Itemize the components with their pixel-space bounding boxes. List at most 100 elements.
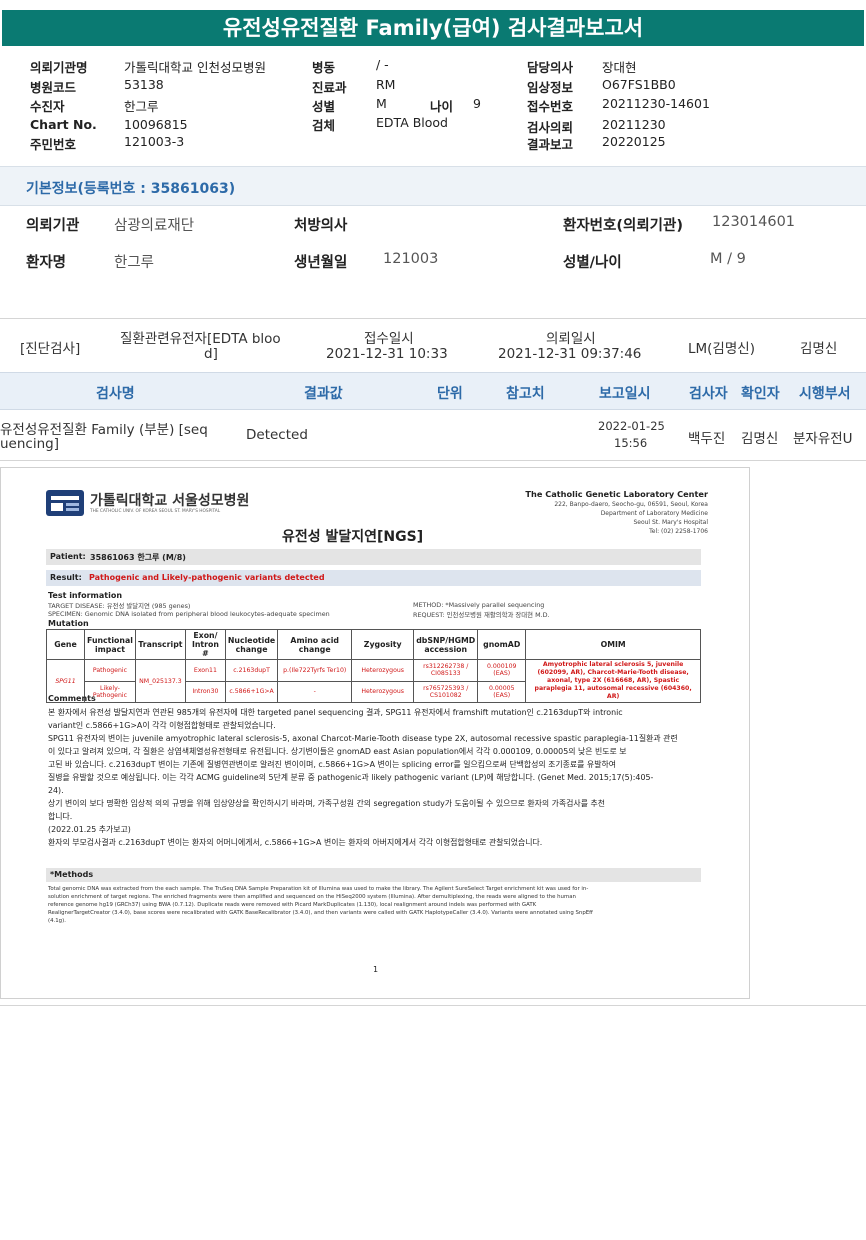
doc-comment-line: 24). (48, 786, 64, 795)
doc-methods-line: RealignerTargetCreator (3.4.0), base sco… (48, 910, 593, 916)
doc-methods-line: Total genomic DNA was extracted from the… (48, 886, 589, 892)
mut-amino-acid: - (277, 680, 353, 703)
value-clinical-info: O67FS1BB0 (602, 77, 676, 92)
label-receipt-no: 접수번호 (527, 99, 574, 114)
mut-zygosity: Heterozygous (351, 680, 415, 703)
label-clinical-info: 임상정보 (527, 80, 574, 95)
header-info: 의뢰기관명 가톨릭대학교 인천성모병원 병원코드 53138 수진자 한그루 C… (0, 0, 866, 160)
doc-comment-line: 본 환자에서 유전성 발달지연과 연관된 985개의 유전자에 대한 targe… (48, 708, 623, 717)
col-report-time: 보고일시 (599, 386, 651, 402)
col-department: 시행부서 (799, 386, 851, 402)
value-birth-date: 121003 (383, 251, 439, 267)
mut-exon: Intron30 (184, 680, 226, 703)
mut-col-gene: Gene (46, 629, 85, 660)
value-examinee: 한그루 (124, 99, 159, 114)
value-age: 9 (473, 96, 481, 111)
col-result-value: 결과값 (304, 386, 343, 402)
doc-specimen: SPECIMEN: Genomic DNA isolated from peri… (48, 610, 330, 618)
mutation-table: Gene Functional impact Transcript Exon/ … (46, 629, 701, 703)
doc-comment-line: 이 있다고 알려져 있으며, 각 질환은 상염색체열성유전형태로 유전됩니다. … (48, 747, 627, 756)
diag-test-line2: d] (204, 346, 218, 362)
value-result-report: 20220125 (602, 134, 666, 149)
doc-test-info-title: Test information (48, 591, 123, 600)
diag-type: [진단검사] (20, 341, 81, 357)
value-test-request: 20211230 (602, 117, 666, 132)
mut-col-dbsnp: dbSNP/HGMD accession (413, 629, 479, 660)
request-time-value: 2021-12-31 09:37:46 (498, 346, 642, 362)
mut-nucleotide: c.5866+1G>A (224, 680, 279, 703)
result-date: 2022-01-25 (598, 419, 665, 433)
doc-request: REQUEST: 인천성모병원 재활의학과 장대현 M.D. (413, 611, 550, 619)
label-department: 진료과 (312, 80, 347, 95)
divider (0, 460, 866, 461)
doc-result-value: Pathogenic and Likely-pathogenic variant… (89, 573, 325, 582)
mut-gnomad: 0.00005 (EAS) (477, 680, 527, 703)
divider (0, 318, 866, 319)
result-time: 15:56 (614, 436, 648, 450)
label-examinee: 수진자 (30, 99, 65, 114)
methods-bar (46, 868, 701, 882)
result-confirmer: 김명신 (741, 431, 779, 447)
receipt-time-value: 2021-12-31 10:33 (326, 346, 448, 362)
col-reference: 참고치 (506, 386, 545, 402)
mut-zygosity: Heterozygous (351, 659, 415, 682)
value-patient-no: 123014601 (712, 214, 796, 230)
result-value: Detected (246, 427, 308, 443)
mut-gnomad: 0.000109 (EAS) (477, 659, 527, 682)
mut-col-gnomad: gnomAD (477, 629, 527, 660)
doc-center-addr-3: Seoul St. Mary's Hospital (633, 519, 708, 526)
col-confirmer: 확인자 (741, 386, 780, 402)
value-institution: 가톨릭대학교 인천성모병원 (124, 60, 266, 75)
doc-comment-line: (2022.01.25 추가보고) (48, 825, 131, 834)
col-unit: 단위 (437, 386, 463, 402)
value-hospital-code: 53138 (124, 77, 164, 92)
doc-comments-title: Comments (48, 694, 96, 703)
doc-report-title: 유전성 발달지연[NGS] (282, 529, 424, 545)
doc-center-addr-2: Department of Laboratory Medicine (600, 510, 708, 517)
value-sex: M (376, 96, 387, 111)
mutation-table-header: Gene Functional impact Transcript Exon/ … (46, 629, 701, 660)
value-sex-age: M / 9 (710, 251, 746, 267)
label-sex: 성별 (312, 99, 336, 114)
doc-comment-line: variant인 c.5866+1G>A이 각각 이형접합형태로 관찰되었습니다… (48, 721, 276, 730)
doc-comment-line: 환자의 부모검사결과 c.2163dupT 변이는 환자의 어머니에게서, c.… (48, 838, 543, 847)
doc-page-number: 1 (373, 965, 379, 974)
mut-col-amino-acid: Amino acid change (277, 629, 353, 660)
doc-patient-value: 35861063 한그루 (M/8) (90, 553, 186, 562)
label-resident-no: 주민번호 (30, 137, 77, 152)
doc-hospital-en: THE CATHOLIC UNIV. OF KOREA SEOUL ST. MA… (90, 509, 221, 514)
mut-transcript: NM_025137.3 (134, 659, 186, 703)
mut-dbsnp: rs312262738 / CI085133 (413, 659, 479, 682)
lm-name: LM(김명신) (688, 341, 755, 357)
mut-col-omim: OMIM (525, 629, 701, 660)
value-specimen: EDTA Blood (376, 115, 448, 130)
diag-doctor: 김명신 (800, 341, 838, 357)
label-chart-no: Chart No. (30, 117, 97, 132)
doc-patient-label: Patient: (50, 552, 86, 561)
mut-impact: Pathogenic (84, 659, 136, 682)
label-result-report: 결과보고 (527, 137, 574, 152)
doc-target: TARGET DISEASE: 유전성 발달지연 (985 genes) (48, 602, 191, 610)
value-receipt-no: 20211230-14601 (602, 96, 710, 111)
doc-result-label: Result: (50, 573, 82, 582)
label-hospital-code: 병원코드 (30, 80, 77, 95)
value-chart-no: 10096815 (124, 117, 188, 132)
mut-col-impact: Functional impact (84, 629, 136, 660)
mut-col-zygosity: Zygosity (351, 629, 415, 660)
mut-col-exon: Exon/ Intron # (184, 629, 226, 660)
doc-method: METHOD: *Massively parallel sequencing (413, 601, 545, 609)
doc-mutation-title: Mutation (48, 619, 89, 628)
value-department: RM (376, 77, 396, 92)
doc-methods-title: *Methods (50, 870, 94, 879)
label-doctor: 담당의사 (527, 60, 574, 75)
label-specimen: 검체 (312, 118, 336, 133)
mut-dbsnp: rs765725393 / CS101082 (413, 680, 479, 703)
diag-test-line1: 질환관련유전자[EDTA bloo (120, 331, 281, 347)
doc-comment-line: 상기 변이의 보다 명확한 임상적 의의 규명을 위해 임상양상을 확인하시기 … (48, 799, 605, 808)
value-ward: / - (376, 57, 389, 72)
basic-info-title: 기본정보(등록번호 : 35861063) (26, 181, 236, 197)
doc-center-title: The Catholic Genetic Laboratory Center (525, 489, 708, 499)
doc-comment-line: 질병을 유발할 것으로 예상됩니다. 이는 각각 ACMG guideline의… (48, 773, 654, 782)
table-row: SPG11 Pathogenic NM_025137.3 Exon11 c.21… (46, 659, 701, 703)
receipt-time-label: 접수일시 (364, 331, 414, 347)
